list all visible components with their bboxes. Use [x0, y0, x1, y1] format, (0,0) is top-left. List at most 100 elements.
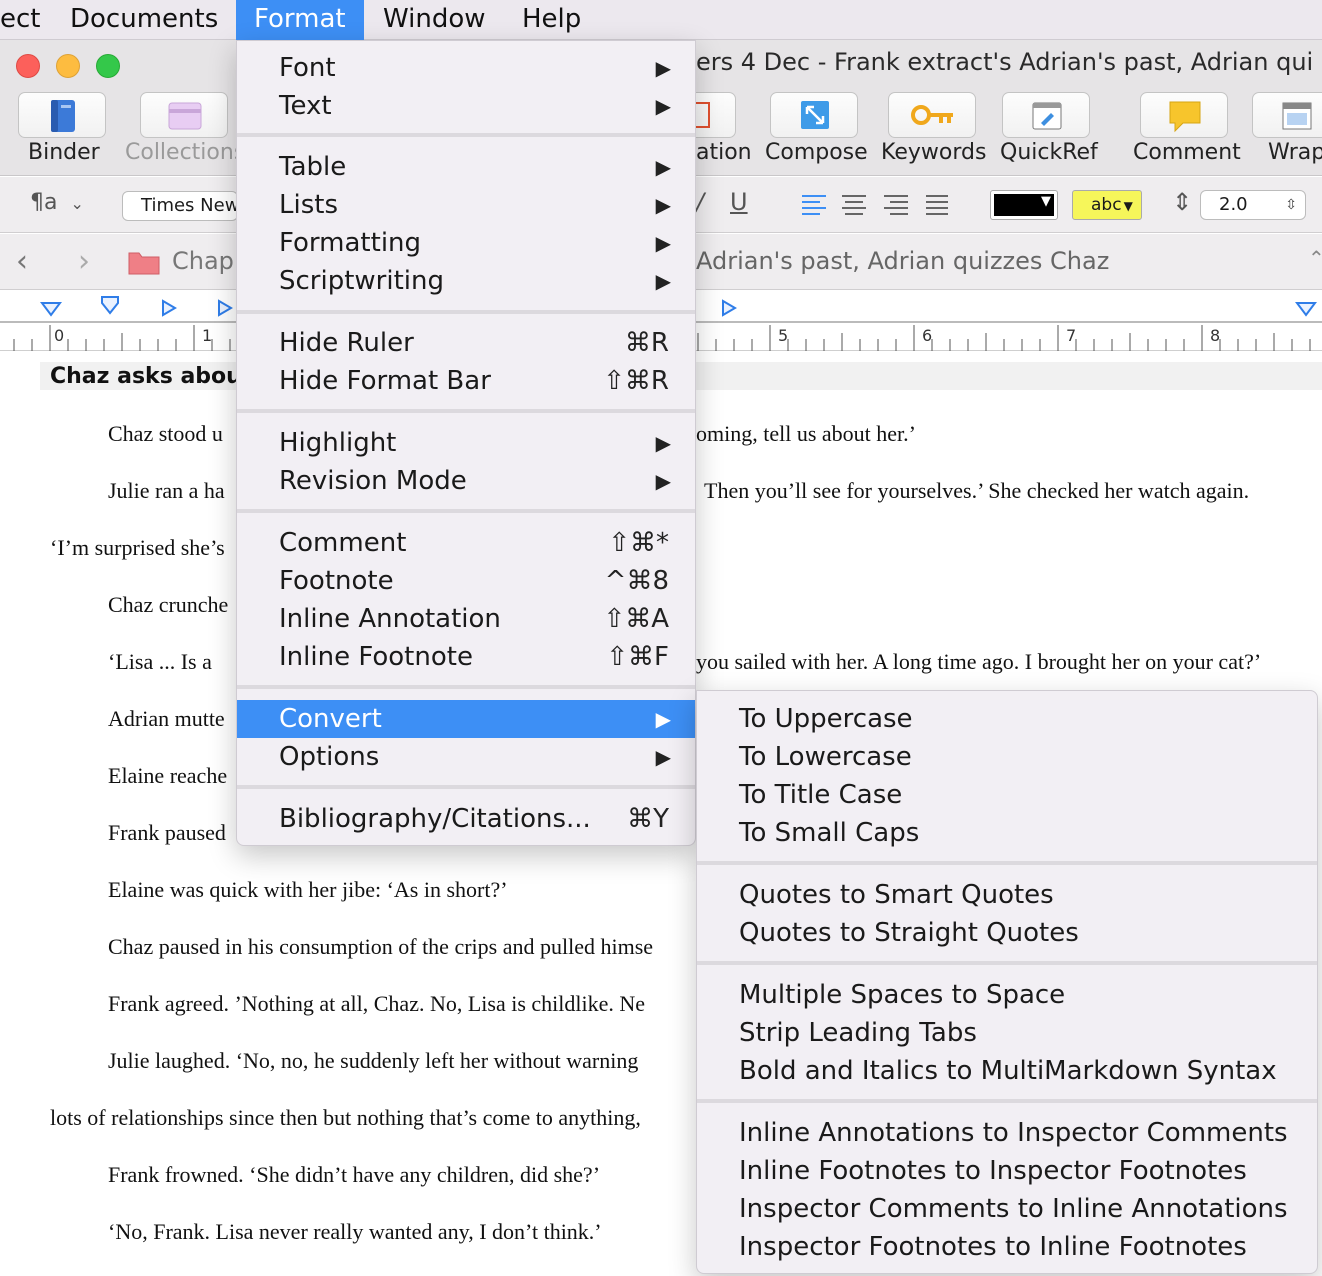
comment-label: Comment	[1133, 140, 1241, 165]
highlight-color-well[interactable]: abc ▼	[1072, 190, 1142, 220]
keywords-button[interactable]	[888, 92, 976, 138]
paragraph: Chaz crunche	[108, 592, 229, 617]
menu-item-to-uppercase[interactable]: To Uppercase	[697, 700, 1317, 738]
paragraph: you sailed with her. A long time ago. I …	[696, 649, 1262, 674]
paragraph: Chaz paused in his consumption of the cr…	[108, 934, 654, 959]
keywords-label: Keywords	[881, 140, 987, 165]
menu-item-scriptwriting[interactable]: Scriptwriting ▶	[237, 262, 695, 300]
close-button[interactable]	[16, 54, 40, 78]
ruler-number: 1	[202, 326, 213, 345]
back-arrow-icon[interactable]: ‹	[16, 244, 28, 279]
paragraph: Elaine was quick with her jibe: ‘As in s…	[108, 877, 508, 902]
font-family-popup[interactable]: Times New	[122, 191, 238, 221]
paragraph: Chaz stood u	[108, 421, 223, 446]
menu-item-inspector-footnotes-to-inline[interactable]: Inspector Footnotes to Inline Footnotes	[697, 1228, 1317, 1266]
font-family-value: Times New	[141, 195, 238, 216]
line-spacing-popup[interactable]: 2.0 ⇳	[1200, 190, 1306, 220]
menu-item-smart-quotes[interactable]: Quotes to Smart Quotes	[697, 876, 1317, 914]
minimize-button[interactable]	[56, 54, 80, 78]
document-title: Adrian's past, Adrian quizzes Chaz	[696, 247, 1110, 275]
menu-item-bold-italics-mmd[interactable]: Bold and Italics to MultiMarkdown Syntax	[697, 1052, 1317, 1090]
menu-item-inline-footnote[interactable]: Inline Footnote ⇧⌘F	[237, 638, 695, 676]
quickref-icon	[1032, 102, 1062, 130]
menu-item-lists[interactable]: Lists ▶	[237, 186, 695, 224]
tab-stop-marker	[218, 299, 233, 317]
menu-project[interactable]: ect	[0, 0, 59, 40]
stepper-icon: ⇳	[1285, 197, 1297, 213]
menu-documents[interactable]: Documents	[52, 0, 236, 40]
collections-button[interactable]	[140, 92, 228, 138]
breadcrumb-folder[interactable]: Chap	[172, 247, 234, 275]
compose-button[interactable]	[770, 92, 858, 138]
ruler-number: 6	[922, 326, 933, 345]
menu-window[interactable]: Window	[365, 0, 504, 40]
shortcut: ⇧⌘F	[606, 642, 669, 672]
menu-item-hide-format-bar[interactable]: Hide Format Bar ⇧⌘R	[237, 362, 695, 400]
submenu-arrow-icon: ▶	[655, 94, 671, 118]
menu-item-comments-to-annotations[interactable]: Inspector Comments to Inline Annotations	[697, 1190, 1317, 1228]
line-spacing-icon: ⇕	[1172, 188, 1193, 216]
menu-item-straight-quotes[interactable]: Quotes to Straight Quotes	[697, 914, 1317, 952]
menu-help[interactable]: Help	[504, 0, 599, 40]
comment-icon	[1169, 101, 1201, 133]
shortcut: ^⌘8	[604, 566, 669, 596]
menu-bar: ect Documents Format Window Help	[0, 0, 1322, 40]
menu-item-bibliography[interactable]: Bibliography/Citations... ⌘Y	[237, 800, 695, 838]
menu-separator	[237, 685, 695, 689]
styles-popup[interactable]: ¶a ⌄	[30, 190, 84, 215]
menu-separator	[697, 861, 1317, 865]
menu-item-formatting[interactable]: Formatting ▶	[237, 224, 695, 262]
comment-button[interactable]	[1140, 92, 1228, 138]
forward-arrow-icon[interactable]: ›	[78, 244, 90, 279]
menu-item-font[interactable]: Font ▶	[237, 49, 695, 87]
binder-button[interactable]	[18, 92, 106, 138]
binder-label: Binder	[28, 140, 100, 165]
paragraph: Julie ran a ha	[108, 478, 225, 503]
paragraph: Julie laughed. ‘No, no, he suddenly left…	[108, 1048, 639, 1073]
quickref-button[interactable]	[1002, 92, 1090, 138]
italic-button[interactable]: /	[696, 188, 704, 216]
menu-item-text[interactable]: Text ▶	[237, 87, 695, 125]
menu-format[interactable]: Format	[236, 0, 364, 40]
paragraph: oming, tell us about her.’	[696, 421, 916, 446]
wrap-icon	[1282, 102, 1312, 130]
menu-item-comment[interactable]: Comment ⇧⌘*	[237, 524, 695, 562]
align-left-icon[interactable]	[802, 195, 826, 215]
shortcut: ⌘R	[624, 328, 669, 358]
menu-item-to-lowercase[interactable]: To Lowercase	[697, 738, 1317, 776]
text-color-well[interactable]: ▼	[990, 190, 1058, 220]
underline-button[interactable]: U	[730, 188, 748, 216]
submenu-arrow-icon: ▶	[655, 193, 671, 217]
shortcut: ⇧⌘R	[603, 366, 669, 396]
menu-item-to-small-caps[interactable]: To Small Caps	[697, 814, 1317, 852]
menu-item-to-title-case[interactable]: To Title Case	[697, 776, 1317, 814]
wrap-button[interactable]	[1252, 92, 1322, 138]
menu-separator	[237, 133, 695, 137]
left-indent-marker	[101, 296, 119, 315]
menu-item-inline-annotation[interactable]: Inline Annotation ⇧⌘A	[237, 600, 695, 638]
ruler-number: 0	[54, 326, 65, 345]
menu-item-inline-footnotes-to-inspector[interactable]: Inline Footnotes to Inspector Footnotes	[697, 1152, 1317, 1190]
menu-item-strip-leading-tabs[interactable]: Strip Leading Tabs	[697, 1014, 1317, 1052]
menu-item-multiple-spaces[interactable]: Multiple Spaces to Space	[697, 976, 1317, 1014]
menu-item-revision-mode[interactable]: Revision Mode ▶	[237, 462, 695, 500]
menu-item-highlight[interactable]: Highlight ▶	[237, 424, 695, 462]
menu-item-convert[interactable]: Convert ▶	[237, 700, 695, 738]
align-justify-icon[interactable]	[926, 195, 948, 215]
chevron-up-icon[interactable]: ⌃	[1308, 246, 1322, 270]
submenu-arrow-icon: ▶	[655, 745, 671, 769]
menu-item-annotations-to-comments[interactable]: Inline Annotations to Inspector Comments	[697, 1114, 1317, 1152]
align-center-icon[interactable]	[842, 195, 866, 215]
first-line-indent-marker	[40, 302, 62, 317]
tab-stop-marker	[722, 299, 737, 317]
collections-icon	[168, 102, 202, 130]
align-right-icon[interactable]	[884, 195, 908, 215]
submenu-arrow-icon: ▶	[655, 707, 671, 731]
menu-item-table[interactable]: Table ▶	[237, 148, 695, 186]
ruler-number: 8	[1210, 326, 1221, 345]
menu-item-footnote[interactable]: Footnote ^⌘8	[237, 562, 695, 600]
submenu-arrow-icon: ▶	[655, 469, 671, 493]
menu-item-options[interactable]: Options ▶	[237, 738, 695, 776]
menu-item-hide-ruler[interactable]: Hide Ruler ⌘R	[237, 324, 695, 362]
zoom-button[interactable]	[96, 54, 120, 78]
